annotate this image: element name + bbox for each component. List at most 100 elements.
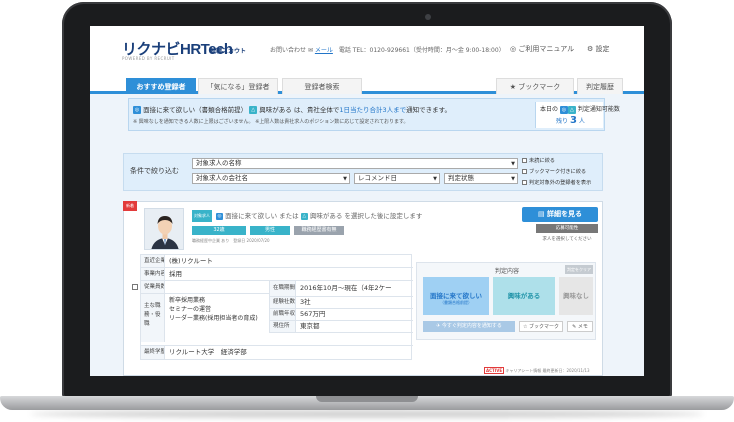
recommend-date-select[interactable]: レコメンド日 ▼	[354, 173, 440, 184]
setting-hint: ◎ 面接に来て欲しい または △ 興味がある を選択した後に設定します	[216, 210, 422, 220]
row-value: リクルート大学 経済学部	[169, 348, 247, 356]
avatar	[144, 208, 184, 250]
remaining-count: 残り 3 人	[556, 115, 585, 126]
chevron-down-icon: ▼	[511, 176, 515, 182]
job-name-select[interactable]: 対象求人の名称 ▼	[192, 158, 518, 169]
document-icon: ▤	[537, 210, 548, 218]
tab-history[interactable]: 判定履歴	[577, 78, 623, 94]
job-name-value: 対象求人の名称	[196, 159, 242, 167]
notice-interest: 興味がある	[259, 106, 292, 114]
row-label: 在職期間	[270, 281, 296, 296]
no-interest-judge-button[interactable]: 興味なし	[559, 277, 593, 315]
today-label: 本日の ◎ △ 判定通知可能数	[540, 104, 620, 114]
remaining-unit: 人	[578, 118, 585, 125]
contact-info: お問い合わせ ✉ メール 電話 TEL：0120-929661（受付時間：月〜金…	[270, 45, 505, 54]
tab-recommended[interactable]: おすすめ登録者	[126, 78, 196, 94]
tab-bookmark-label: ブックマーク	[518, 83, 561, 91]
unread-label: 未読に絞る	[529, 158, 555, 164]
judge-panel: 判定内容 判定をクリア 面接に来て欲しい （書類合格前提） 興味がある 興味なし…	[416, 262, 596, 340]
tab-search[interactable]: 登録者検索	[282, 78, 362, 94]
manual-link[interactable]: ◎ ご利用マニュアル	[510, 44, 574, 54]
star-icon: ★	[509, 83, 519, 91]
gear-icon: ⚙	[587, 45, 596, 53]
row-label: 最終学歴	[141, 346, 165, 359]
remaining-label: 残り	[556, 118, 569, 125]
row-value: 2016年10月〜現在（4年2ケー	[300, 284, 392, 292]
career-sheet-status: ACTIVE キャリアシート情報 最終更新日：2020/11/13	[484, 367, 590, 374]
memo-button[interactable]: ✎ メモ	[567, 321, 593, 332]
filter-panel: 条件で絞り込む 対象求人の名称 ▼ 対象求人の会社名 ▼ レコメンド日 ▼ 判定状態 ▼…	[123, 153, 603, 191]
laptop-frame: リクナビHRTech POWERED BY RECRUIT 転職スカウト お問い…	[0, 0, 734, 422]
laptop-shadow	[30, 410, 704, 418]
interest-judge-button[interactable]: 興味がある	[493, 277, 555, 315]
unread-checkbox[interactable]: 未読に絞る	[522, 157, 555, 164]
interview-label: 面接に来て欲しい	[430, 292, 482, 300]
interest-icon: △	[249, 106, 258, 114]
table-row: 従業員数	[141, 281, 269, 294]
row-value: (株)リクルート	[169, 257, 213, 265]
interest-icon: △	[300, 212, 308, 220]
hint-text-a: 面接に来て欲しい または	[225, 212, 299, 220]
bookmark-checkbox[interactable]: ブックマーク付きに絞る	[522, 168, 586, 175]
today-counter: 本日の ◎ △ 判定通知可能数 残り 3 人	[535, 102, 620, 128]
logo-subtitle: POWERED BY RECRUIT	[122, 56, 175, 61]
interview-icon-small: ◎	[559, 105, 568, 114]
remaining-number: 3	[569, 115, 577, 126]
company-name-select[interactable]: 対象求人の会社名 ▼	[192, 173, 350, 184]
mail-icon: ✉	[307, 47, 315, 54]
interview-judge-button[interactable]: 面接に来て欲しい （書類合格前提）	[423, 277, 489, 315]
judge-state-select[interactable]: 判定状態 ▼	[444, 173, 518, 184]
table-row: 経験社数 3社	[269, 297, 413, 309]
app-screen: リクナビHRTech POWERED BY RECRUIT 転職スカウト お問い…	[90, 26, 644, 376]
settings-label: 設定	[595, 45, 610, 53]
send-now-button[interactable]: ✈ 今すぐ判定内容を通知する	[423, 321, 515, 332]
career-table: 直近企業 (株)リクルート 事業内容 採用 従業員数 主な職務・役職 新卒採用業…	[140, 254, 413, 360]
avatar-person-icon	[145, 209, 183, 249]
table-row: 最終学歴 リクルート大学 経済学部	[141, 345, 413, 359]
checkbox-box	[522, 180, 527, 185]
row-label: 経験社数	[270, 297, 296, 308]
checkbox-box	[522, 158, 527, 163]
app-header: リクナビHRTech POWERED BY RECRUIT 転職スカウト お問い…	[90, 26, 644, 76]
row-label: 前職年収	[270, 309, 296, 320]
filter-label: 条件で絞り込む	[130, 167, 179, 175]
notice-text: は、貴社全体で	[293, 106, 340, 114]
detail-button[interactable]: ▤ 詳細を見る	[522, 207, 598, 222]
interview-icon: ◎	[133, 106, 141, 114]
bookmark-button[interactable]: ☆ ブックマーク	[519, 321, 563, 332]
row-label: 事業内容	[141, 268, 165, 280]
logo-tagline: 転職スカウト	[210, 48, 247, 55]
settings-link[interactable]: ⚙ 設定	[587, 44, 610, 54]
table-row: 在職期間 2016年10月〜現在（4年2ケー	[269, 281, 413, 297]
laptop-notch	[316, 396, 418, 402]
today-prefix: 本日の	[540, 106, 559, 113]
row-label: 直近企業	[141, 255, 165, 267]
candidate-card[interactable]: 新着 対象求人 ◎ 面接に来て欲しい または △ 興味がある を選択した後に設定…	[123, 201, 603, 376]
card-meta: 職務経歴中企業 あり 登録日 2020/07/20	[192, 238, 270, 243]
age-badge: 32歳	[192, 226, 246, 235]
gender-badge: 男性	[250, 226, 290, 235]
card-checkbox[interactable]	[132, 284, 138, 290]
interest-icon-small: △	[567, 105, 576, 114]
table-row: 直近企業 (株)リクルート	[141, 255, 413, 268]
notice-limit: 1日当たり合計3人まで	[339, 106, 407, 114]
memo-label: メモ	[577, 324, 588, 330]
mail-link[interactable]: メール	[315, 47, 333, 54]
contact-label: お問い合わせ	[270, 47, 307, 54]
tab-bookmark[interactable]: ★ ブックマーク	[496, 78, 574, 94]
row-label: 従業員数	[141, 281, 165, 293]
notice-line-1: ◎ 面接に来て欲しい（書類合格前提） △ 興味がある は、貴社全体で1日当たり合…	[133, 104, 451, 114]
active-badge: ACTIVE	[484, 367, 505, 374]
tab-interested[interactable]: 「気になる」登録者	[198, 78, 278, 94]
excluded-checkbox[interactable]: 判定対象外の登録者を表示	[522, 179, 591, 186]
tab-bar: おすすめ登録者 「気になる」登録者 登録者検索 ★ ブックマーク 判定履歴	[90, 76, 644, 94]
judge-state-value: 判定状態	[448, 174, 474, 182]
phone-text: 電話 TEL：0120-929661（受付時間：月〜金 9:00-18:00）	[338, 47, 505, 54]
chevron-down-icon: ▼	[433, 176, 437, 182]
judge-clear-button[interactable]: 判定をクリア	[565, 265, 593, 274]
apply-badge: 応募可能性	[536, 224, 598, 233]
table-row: 主な職務・役職 新卒採用業務 セミナーの運営 リーダー業務(採用担当者の育成)	[141, 294, 269, 342]
notice-line-2: ※ 興味なしを通知できる人数に上限はございません。 ※上限人数は貴社求人のポジシ…	[133, 119, 409, 125]
recommend-date-value: レコメンド日	[358, 174, 397, 182]
row-value: 567万円	[300, 310, 326, 318]
